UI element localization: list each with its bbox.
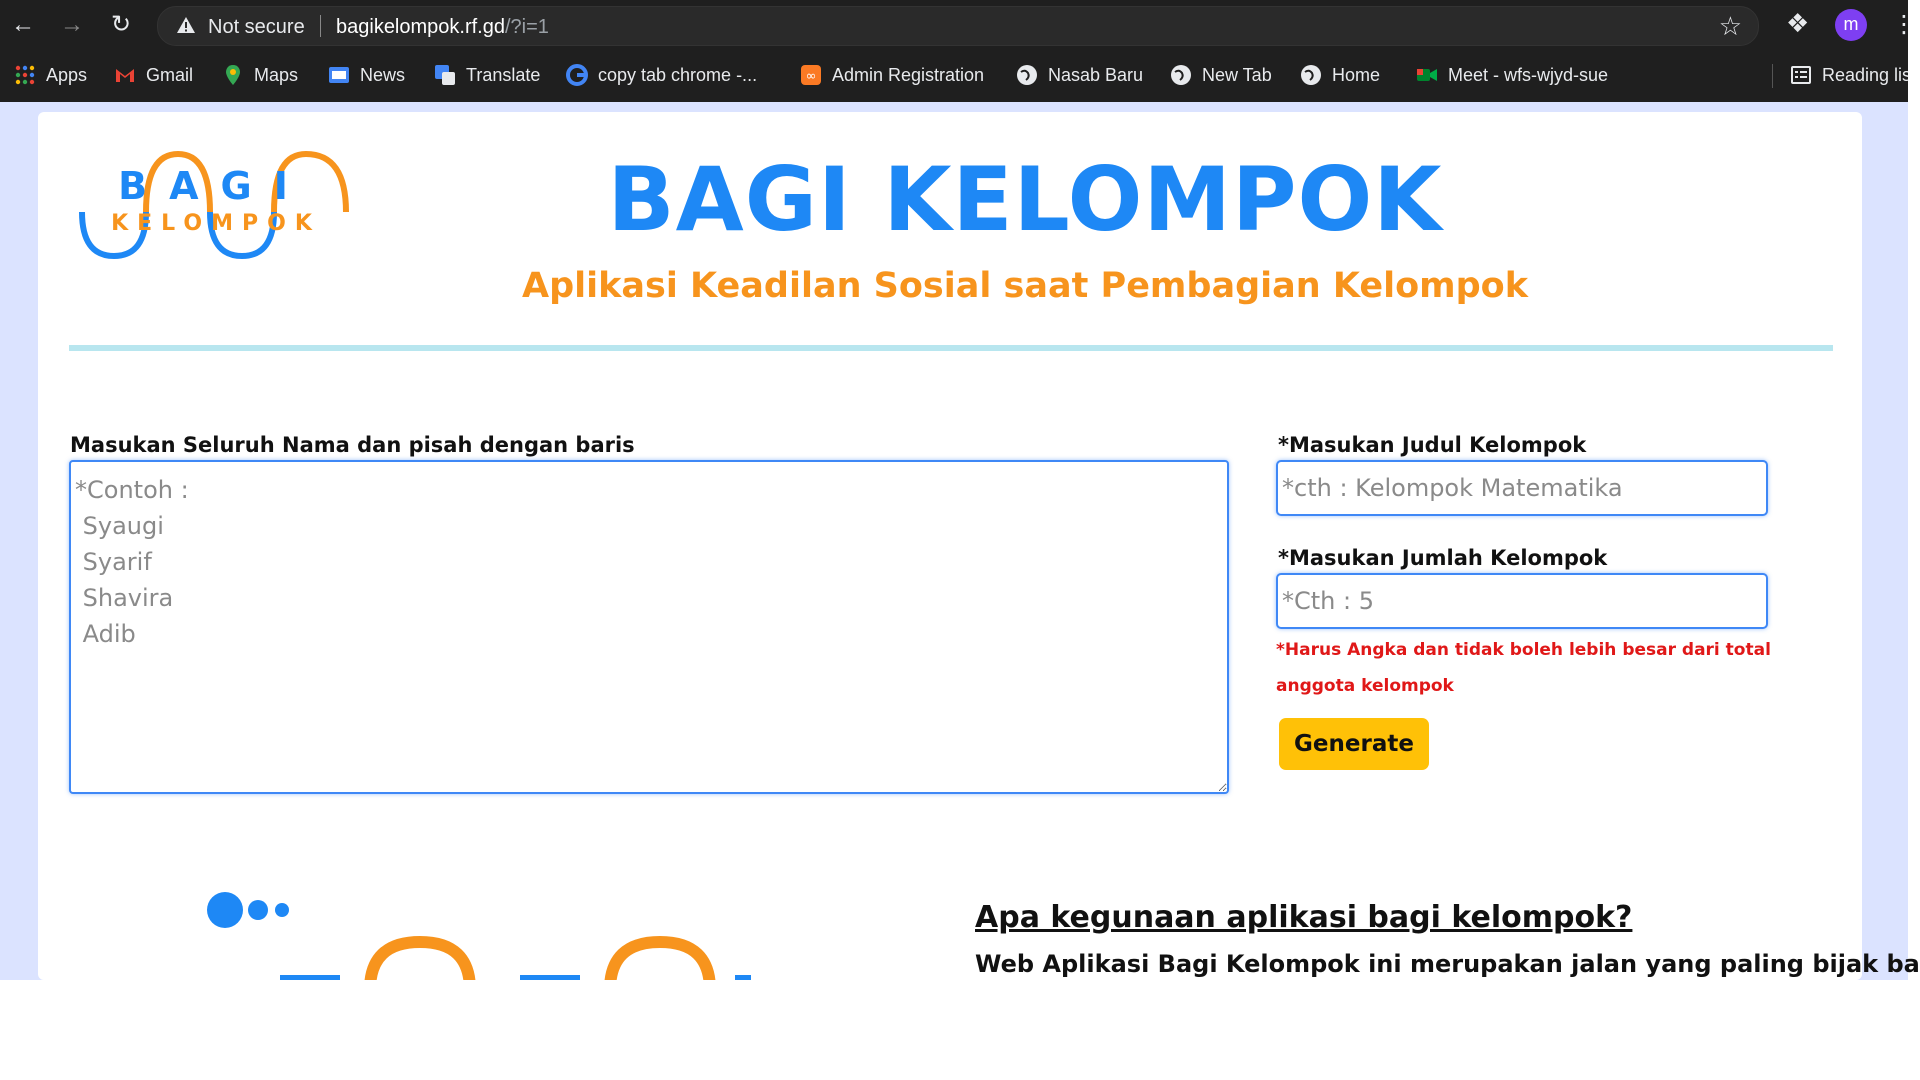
bookmark-news[interactable]: News	[328, 50, 405, 102]
maps-icon	[226, 65, 240, 85]
bookmark-label: copy tab chrome -...	[598, 65, 758, 85]
page-title: BAGI KELOMPOK	[607, 148, 1443, 251]
xampp-icon: ∞	[801, 65, 821, 85]
bookmark-label: Home	[1332, 65, 1381, 85]
group-count-warning: *Harus Angka dan tidak boleh lebih besar…	[1276, 640, 1771, 696]
bookmark-meet[interactable]: Meet - wfs-wjyd-sue	[1416, 50, 1608, 102]
bookmark-label: News	[360, 65, 406, 85]
google-icon	[566, 64, 588, 86]
bookmark-admin-registration[interactable]: ∞ Admin Registration	[800, 50, 984, 102]
header-divider	[69, 345, 1833, 351]
warning-triangle-icon[interactable]	[176, 15, 196, 35]
bookmark-star-icon[interactable]: ☆	[1719, 11, 1742, 42]
names-label: Masukan Seluruh Nama dan pisah dengan ba…	[70, 433, 635, 457]
logo-text-top: BAGI	[118, 164, 310, 208]
bookmark-copy-tab[interactable]: copy tab chrome -...	[566, 50, 757, 102]
group-title-label: *Masukan Judul Kelompok	[1278, 433, 1587, 457]
back-arrow-icon[interactable]: ←	[6, 8, 40, 42]
bookmark-label: Gmail	[146, 65, 194, 85]
bookmark-label: New Tab	[1202, 65, 1272, 85]
bookmark-label: Reading list	[1822, 65, 1908, 85]
bookmark-label: Translate	[466, 65, 541, 85]
logo-text-bottom: KELOMPOK	[111, 211, 321, 236]
url-path: /?i=1	[504, 16, 549, 38]
extensions-puzzle-icon[interactable]: ❖	[1786, 8, 1809, 39]
meet-icon	[1417, 69, 1437, 81]
gmail-icon	[116, 69, 134, 82]
bookmark-home[interactable]: Home	[1300, 50, 1380, 102]
reading-list-button[interactable]: Reading list	[1790, 50, 1908, 102]
group-count-input[interactable]	[1276, 573, 1768, 629]
globe-icon	[1017, 65, 1037, 85]
browser-toolbar: ← → ↻ Not secure bagikelompok.rf.gd/?i=1…	[0, 0, 1916, 50]
bookmark-nasab-baru[interactable]: Nasab Baru	[1016, 50, 1143, 102]
svg-text:∞: ∞	[806, 69, 817, 84]
group-title-input[interactable]	[1276, 460, 1768, 516]
reading-list-icon	[1791, 66, 1811, 84]
browser-menu-icon[interactable]: ⋮	[1892, 8, 1916, 42]
bookmark-label: Maps	[254, 65, 299, 85]
generate-button[interactable]: Generate	[1279, 718, 1429, 770]
bagi-kelompok-logo: BAGI KELOMPOK	[79, 150, 349, 260]
translate-icon	[435, 65, 455, 85]
group-count-label: *Masukan Jumlah Kelompok	[1278, 546, 1608, 570]
bookmark-label: Nasab Baru	[1048, 65, 1144, 85]
names-textarea[interactable]	[69, 460, 1229, 794]
forward-arrow-icon[interactable]: →	[55, 8, 89, 42]
page-subtitle: Aplikasi Keadilan Sosial saat Pembagian …	[522, 266, 1528, 306]
bookmark-label: Meet - wfs-wjyd-sue	[1448, 65, 1609, 85]
about-answer-text: Web Aplikasi Bagi Kelompok ini merupakan…	[975, 950, 1920, 978]
address-separator	[320, 15, 321, 37]
globe-icon	[1171, 65, 1191, 85]
apps-grid-icon	[15, 65, 35, 85]
bookmarks-bar: Apps Gmail Maps News Translate copy tab …	[0, 50, 1908, 102]
reload-icon[interactable]: ↻	[104, 8, 138, 42]
about-question-heading: Apa kegunaan aplikasi bagi kelompok?	[975, 900, 1633, 935]
bookmark-gmail[interactable]: Gmail	[114, 50, 193, 102]
bookmark-label: Admin Registration	[832, 65, 985, 85]
bookmark-apps[interactable]: Apps	[14, 50, 87, 102]
bookmark-maps[interactable]: Maps	[222, 50, 298, 102]
bagi-kelompok-large-logo	[207, 892, 751, 980]
bookmark-label: Apps	[46, 65, 88, 85]
news-icon	[329, 67, 349, 83]
bookmark-translate[interactable]: Translate	[434, 50, 540, 102]
not-secure-label[interactable]: Not secure	[208, 16, 305, 39]
globe-icon	[1301, 65, 1321, 85]
profile-avatar[interactable]: m	[1835, 9, 1867, 41]
url-host: bagikelompok.rf.gd	[336, 16, 505, 38]
bookmark-new-tab[interactable]: New Tab	[1170, 50, 1272, 102]
bookmarks-separator	[1772, 64, 1773, 88]
url-text[interactable]: bagikelompok.rf.gd/?i=1	[336, 16, 549, 39]
address-bar[interactable]: Not secure bagikelompok.rf.gd/?i=1 ☆	[157, 6, 1759, 46]
